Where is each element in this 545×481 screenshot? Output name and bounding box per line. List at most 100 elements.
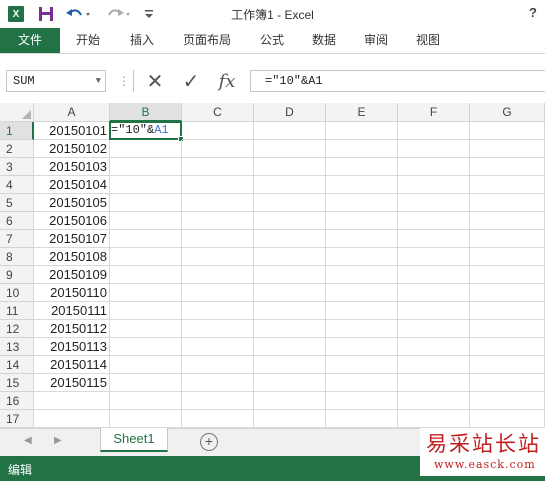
- cell-g5[interactable]: [470, 194, 545, 212]
- cell-c17[interactable]: [182, 410, 254, 428]
- cell-f14[interactable]: [398, 356, 470, 374]
- cell-d2[interactable]: [254, 140, 326, 158]
- cell-f1[interactable]: [398, 122, 470, 140]
- drag-handle-icon[interactable]: ⋮: [118, 74, 130, 88]
- cell-f10[interactable]: [398, 284, 470, 302]
- tab-file[interactable]: 文件: [0, 28, 60, 53]
- cell-c9[interactable]: [182, 266, 254, 284]
- cell-e17[interactable]: [326, 410, 398, 428]
- cell-e9[interactable]: [326, 266, 398, 284]
- column-header-f[interactable]: F: [398, 103, 470, 122]
- help-icon[interactable]: ?: [529, 5, 537, 20]
- cell-e5[interactable]: [326, 194, 398, 212]
- cell-d6[interactable]: [254, 212, 326, 230]
- cell-g9[interactable]: [470, 266, 545, 284]
- cell-f7[interactable]: [398, 230, 470, 248]
- cell-b6[interactable]: [110, 212, 182, 230]
- cell-e6[interactable]: [326, 212, 398, 230]
- cell-g7[interactable]: [470, 230, 545, 248]
- tab-review[interactable]: 审阅: [354, 28, 398, 53]
- cell-c7[interactable]: [182, 230, 254, 248]
- cell-g15[interactable]: [470, 374, 545, 392]
- cell-f6[interactable]: [398, 212, 470, 230]
- cell-e16[interactable]: [326, 392, 398, 410]
- cell-f11[interactable]: [398, 302, 470, 320]
- cell-g8[interactable]: [470, 248, 545, 266]
- cell-f15[interactable]: [398, 374, 470, 392]
- tab-formulas[interactable]: 公式: [250, 28, 294, 53]
- cell-c12[interactable]: [182, 320, 254, 338]
- cell-a14[interactable]: 20150114: [34, 356, 110, 374]
- cancel-button[interactable]: ✕: [140, 70, 170, 93]
- cell-f8[interactable]: [398, 248, 470, 266]
- cell-a1[interactable]: 20150101: [34, 122, 110, 140]
- cell-d9[interactable]: [254, 266, 326, 284]
- row-header-15[interactable]: 15: [0, 374, 34, 392]
- row-header-13[interactable]: 13: [0, 338, 34, 356]
- cell-c2[interactable]: [182, 140, 254, 158]
- cell-d16[interactable]: [254, 392, 326, 410]
- cell-c1[interactable]: [182, 122, 254, 140]
- cell-d8[interactable]: [254, 248, 326, 266]
- cell-a3[interactable]: 20150103: [34, 158, 110, 176]
- cell-e15[interactable]: [326, 374, 398, 392]
- formula-input[interactable]: ="10"&A1: [250, 70, 545, 92]
- row-header-3[interactable]: 3: [0, 158, 34, 176]
- next-sheet-icon[interactable]: ▶: [54, 435, 62, 446]
- cell-g4[interactable]: [470, 176, 545, 194]
- chevron-down-icon[interactable]: ▼: [96, 71, 101, 91]
- cell-d14[interactable]: [254, 356, 326, 374]
- cell-f17[interactable]: [398, 410, 470, 428]
- column-header-c[interactable]: C: [182, 103, 254, 122]
- cell-a7[interactable]: 20150107: [34, 230, 110, 248]
- cell-f12[interactable]: [398, 320, 470, 338]
- cell-b16[interactable]: [110, 392, 182, 410]
- row-header-11[interactable]: 11: [0, 302, 34, 320]
- row-header-17[interactable]: 17: [0, 410, 34, 428]
- row-header-6[interactable]: 6: [0, 212, 34, 230]
- tab-insert[interactable]: 插入: [120, 28, 164, 53]
- row-header-7[interactable]: 7: [0, 230, 34, 248]
- cell-b15[interactable]: [110, 374, 182, 392]
- cell-b12[interactable]: [110, 320, 182, 338]
- cell-d7[interactable]: [254, 230, 326, 248]
- cell-c10[interactable]: [182, 284, 254, 302]
- cell-a2[interactable]: 20150102: [34, 140, 110, 158]
- cell-b7[interactable]: [110, 230, 182, 248]
- cell-a16[interactable]: [34, 392, 110, 410]
- column-header-e[interactable]: E: [326, 103, 398, 122]
- prev-sheet-icon[interactable]: ◀: [24, 435, 32, 446]
- cell-g1[interactable]: [470, 122, 545, 140]
- cell-e12[interactable]: [326, 320, 398, 338]
- row-header-4[interactable]: 4: [0, 176, 34, 194]
- cell-b8[interactable]: [110, 248, 182, 266]
- insert-function-button[interactable]: fx: [212, 70, 242, 92]
- cell-d17[interactable]: [254, 410, 326, 428]
- cell-f13[interactable]: [398, 338, 470, 356]
- cell-g14[interactable]: [470, 356, 545, 374]
- cell-a8[interactable]: 20150108: [34, 248, 110, 266]
- cell-g16[interactable]: [470, 392, 545, 410]
- column-header-a[interactable]: A: [34, 103, 110, 122]
- column-header-b[interactable]: B: [110, 103, 182, 122]
- cell-d5[interactable]: [254, 194, 326, 212]
- cell-b17[interactable]: [110, 410, 182, 428]
- cell-e11[interactable]: [326, 302, 398, 320]
- cell-b9[interactable]: [110, 266, 182, 284]
- cell-d13[interactable]: [254, 338, 326, 356]
- row-header-5[interactable]: 5: [0, 194, 34, 212]
- cell-g6[interactable]: [470, 212, 545, 230]
- cell-a11[interactable]: 20150111: [34, 302, 110, 320]
- cell-a12[interactable]: 20150112: [34, 320, 110, 338]
- cell-b4[interactable]: [110, 176, 182, 194]
- cell-b13[interactable]: [110, 338, 182, 356]
- cell-f16[interactable]: [398, 392, 470, 410]
- cell-c8[interactable]: [182, 248, 254, 266]
- cell-f4[interactable]: [398, 176, 470, 194]
- active-cell-b1[interactable]: ="10"&A1: [109, 121, 184, 142]
- cell-g11[interactable]: [470, 302, 545, 320]
- cell-e13[interactable]: [326, 338, 398, 356]
- cell-a10[interactable]: 20150110: [34, 284, 110, 302]
- cell-b5[interactable]: [110, 194, 182, 212]
- cell-c16[interactable]: [182, 392, 254, 410]
